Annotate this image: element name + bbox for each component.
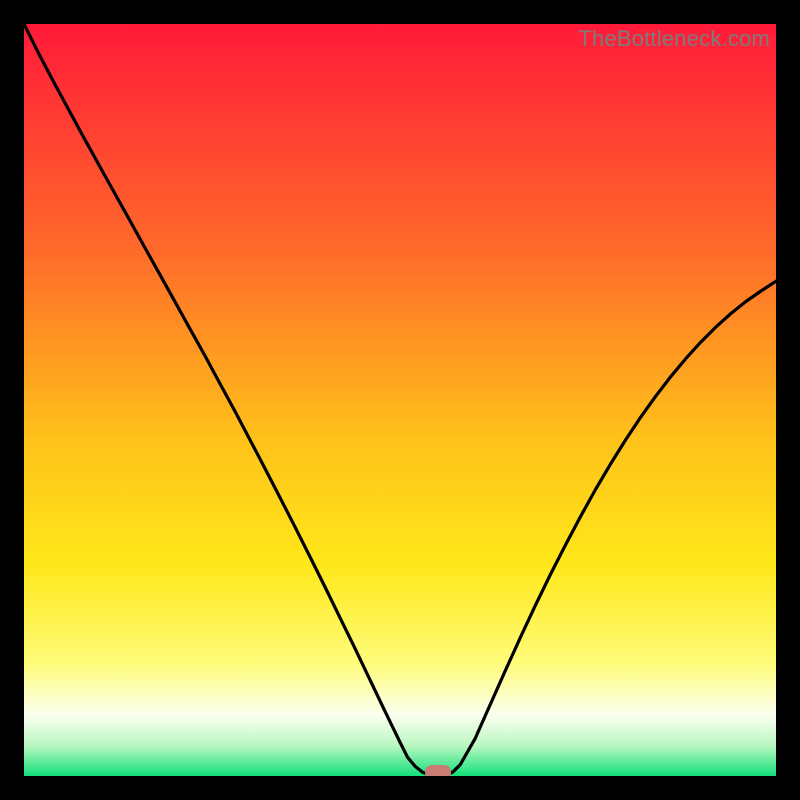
- chart-svg: [24, 24, 776, 776]
- chart-frame: TheBottleneck.com: [0, 0, 800, 800]
- gradient-background: [24, 24, 776, 776]
- optimum-marker: [425, 765, 451, 776]
- plot-area: TheBottleneck.com: [24, 24, 776, 776]
- watermark-text: TheBottleneck.com: [578, 26, 770, 52]
